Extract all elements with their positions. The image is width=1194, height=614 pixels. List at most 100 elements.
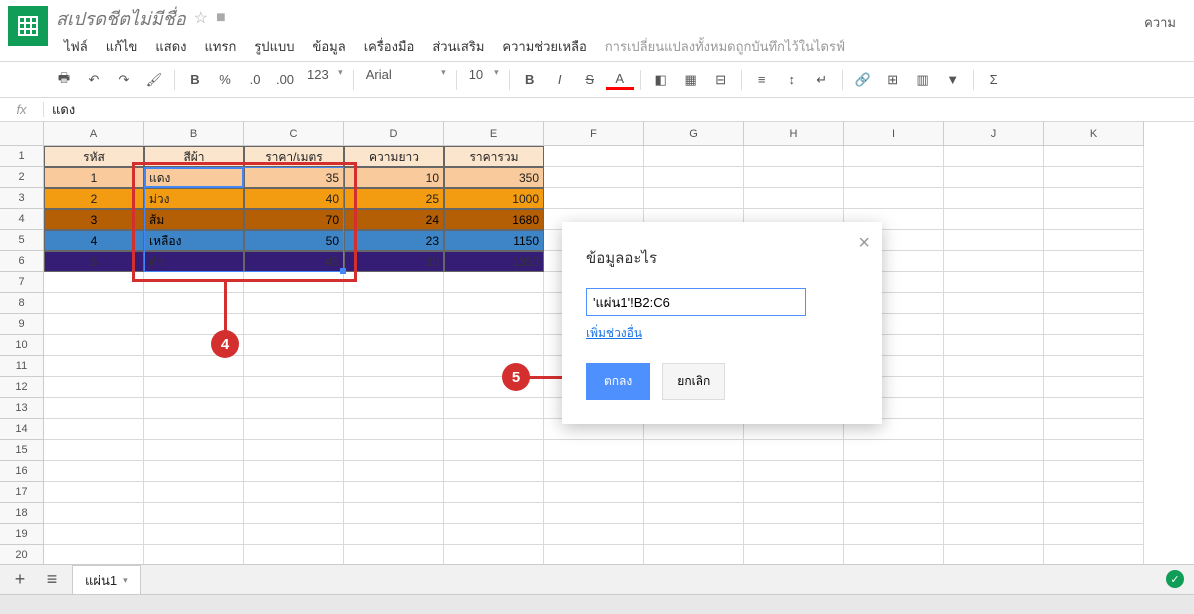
cell[interactable] xyxy=(844,545,944,566)
cell[interactable] xyxy=(1044,461,1144,482)
cell[interactable] xyxy=(1044,419,1144,440)
col-header[interactable]: A xyxy=(44,122,144,146)
cell[interactable] xyxy=(44,461,144,482)
row-header[interactable]: 15 xyxy=(0,440,44,461)
cell[interactable] xyxy=(1044,356,1144,377)
menu-view[interactable]: แสดง xyxy=(147,32,194,61)
bold-icon[interactable]: B xyxy=(181,67,209,93)
col-header[interactable]: K xyxy=(1044,122,1144,146)
cell[interactable] xyxy=(1044,440,1144,461)
cell[interactable] xyxy=(344,377,444,398)
cell[interactable] xyxy=(644,461,744,482)
cell[interactable] xyxy=(144,398,244,419)
cell[interactable] xyxy=(644,482,744,503)
cell[interactable] xyxy=(744,146,844,167)
close-icon[interactable]: × xyxy=(858,232,870,255)
halign-icon[interactable]: ≡ xyxy=(748,67,776,93)
row-header[interactable]: 11 xyxy=(0,356,44,377)
cell[interactable]: ราคา/เมตร xyxy=(244,146,344,167)
cell[interactable] xyxy=(944,335,1044,356)
cell[interactable] xyxy=(1044,251,1144,272)
cell[interactable] xyxy=(144,272,244,293)
cell[interactable] xyxy=(44,482,144,503)
cell[interactable] xyxy=(244,461,344,482)
cell[interactable] xyxy=(144,440,244,461)
row-header[interactable]: 17 xyxy=(0,482,44,503)
cell[interactable] xyxy=(1044,146,1144,167)
cell[interactable] xyxy=(44,272,144,293)
cell[interactable] xyxy=(244,398,344,419)
cell[interactable] xyxy=(944,461,1044,482)
cell[interactable]: 4 xyxy=(44,230,144,251)
cell[interactable]: ม่วง xyxy=(144,188,244,209)
cell[interactable] xyxy=(44,335,144,356)
cell[interactable] xyxy=(744,524,844,545)
cell[interactable] xyxy=(244,503,344,524)
fill-color-icon[interactable]: ◧ xyxy=(647,67,675,93)
cell[interactable]: 2 xyxy=(44,188,144,209)
cell[interactable] xyxy=(844,503,944,524)
cell[interactable] xyxy=(1044,167,1144,188)
cell[interactable] xyxy=(44,545,144,566)
add-range-link[interactable]: เพิ่มช่วงอื่น xyxy=(586,324,858,343)
cell[interactable] xyxy=(544,146,644,167)
cell[interactable] xyxy=(644,524,744,545)
cell[interactable] xyxy=(444,461,544,482)
cell[interactable] xyxy=(944,146,1044,167)
cell[interactable] xyxy=(844,482,944,503)
cell[interactable] xyxy=(744,503,844,524)
row-header[interactable]: 3 xyxy=(0,188,44,209)
cell[interactable]: 10 xyxy=(344,167,444,188)
cell[interactable] xyxy=(344,419,444,440)
cell[interactable] xyxy=(844,146,944,167)
cell[interactable]: ความยาว xyxy=(344,146,444,167)
cell[interactable] xyxy=(744,482,844,503)
cell[interactable] xyxy=(544,503,644,524)
cell[interactable] xyxy=(444,398,544,419)
cell[interactable] xyxy=(644,545,744,566)
cancel-button[interactable]: ยกเลิก xyxy=(662,363,725,400)
cell[interactable] xyxy=(944,503,1044,524)
cell[interactable] xyxy=(244,272,344,293)
ok-button[interactable]: ตกลง xyxy=(586,363,650,400)
row-header[interactable]: 6 xyxy=(0,251,44,272)
cell[interactable] xyxy=(44,398,144,419)
bold-button[interactable]: B xyxy=(516,67,544,93)
comment-icon[interactable]: ⊞ xyxy=(879,67,907,93)
cell[interactable]: 5 xyxy=(44,251,144,272)
link-icon[interactable]: 🔗 xyxy=(849,67,877,93)
strike-button[interactable]: S xyxy=(576,67,604,93)
cell[interactable] xyxy=(1044,335,1144,356)
dec-decrease-icon[interactable]: .0 xyxy=(241,67,269,93)
cell[interactable] xyxy=(444,419,544,440)
menu-help[interactable]: ความช่วยเหลือ xyxy=(494,32,594,61)
menu-tools[interactable]: เครื่องมือ xyxy=(356,32,423,61)
cell[interactable] xyxy=(544,188,644,209)
cell[interactable] xyxy=(544,524,644,545)
sheet-tab[interactable]: แผ่น1 ▾ xyxy=(72,565,141,595)
cell[interactable]: 1 xyxy=(44,167,144,188)
row-header[interactable]: 10 xyxy=(0,335,44,356)
select-all-corner[interactable] xyxy=(0,122,44,146)
cell[interactable] xyxy=(944,398,1044,419)
cell[interactable] xyxy=(444,524,544,545)
cell[interactable] xyxy=(244,545,344,566)
menu-edit[interactable]: แก้ไข xyxy=(98,32,146,61)
add-sheet-icon[interactable]: + xyxy=(8,568,32,592)
cell[interactable] xyxy=(644,146,744,167)
paint-icon[interactable]: 🖌 xyxy=(140,67,168,93)
cell[interactable] xyxy=(644,503,744,524)
row-header[interactable]: 18 xyxy=(0,503,44,524)
col-header[interactable]: H xyxy=(744,122,844,146)
row-header[interactable]: 20 xyxy=(0,545,44,566)
cell[interactable] xyxy=(1044,377,1144,398)
menu-data[interactable]: ข้อมูล xyxy=(304,32,353,61)
cell[interactable]: 35 xyxy=(244,167,344,188)
cell[interactable] xyxy=(444,293,544,314)
cell[interactable]: รหัส xyxy=(44,146,144,167)
cell[interactable] xyxy=(544,545,644,566)
cell[interactable] xyxy=(744,440,844,461)
cell[interactable] xyxy=(44,503,144,524)
cell[interactable] xyxy=(644,188,744,209)
cell[interactable] xyxy=(1044,314,1144,335)
